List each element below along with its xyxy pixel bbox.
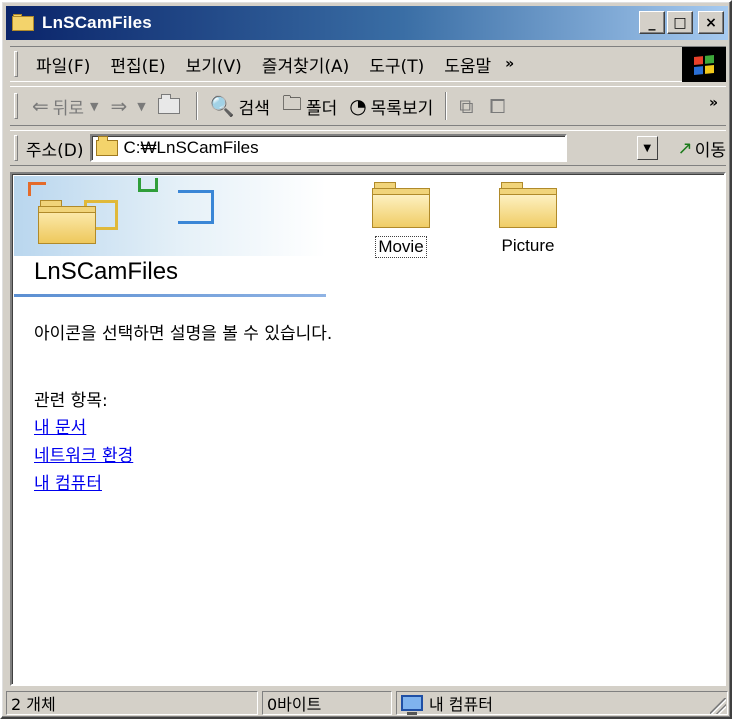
go-arrow-icon: ↗ [677,137,693,159]
up-button[interactable] [152,94,190,114]
webview-banner [14,176,326,256]
status-location-label: 내 컴퓨터 [429,695,493,714]
folder-label: Picture [501,236,555,255]
address-bar: 주소(D) C:₩LnSCamFiles ▼ ↗ 이동 [10,130,726,166]
toolbar-separator [195,92,198,120]
back-arrow-icon: ⇐ [32,94,49,118]
go-button[interactable]: ↗ 이동 [678,136,726,161]
folder-icon [499,182,557,228]
menu-bar: 파일(F) 편집(E) 보기(V) 즐겨찾기(A) 도구(T) 도움말 » [10,46,726,82]
folder-icon [12,14,36,32]
related-links: 내 문서 네트워크 환경 내 컴퓨터 [34,414,133,498]
address-value: C:₩LnSCamFiles [123,138,259,157]
history-button[interactable]: ◔ 목록보기 [343,94,439,119]
address-label: 주소(D) [25,140,84,161]
back-button[interactable]: ⇐ 뒤로 ▼ [26,94,105,119]
status-count: 2 개체 [6,691,258,715]
menu-view[interactable]: 보기(V) [176,52,252,77]
banner-decoration [138,178,158,192]
history-label: 목록보기 [370,98,434,119]
menu-chevron[interactable]: » [501,56,518,72]
folder-icon [372,182,430,228]
menu-tools[interactable]: 도구(T) [359,52,434,77]
panel-divider [14,294,326,297]
back-label: 뒤로 [52,98,85,119]
status-bar: 2 개체 0바이트 내 컴퓨터 [6,690,728,716]
minimize-button[interactable]: _ [639,11,665,34]
window-title: LnSCamFiles [42,13,152,32]
explorer-window: LnSCamFiles _ □ × 파일(F) 편집(E) 보기(V) 즐겨찾기… [0,0,732,719]
move-to-icon: ⧉ [459,94,474,118]
related-label: 관련 항목: [34,391,108,411]
link-network-places[interactable]: 네트워크 환경 [34,442,133,470]
history-icon: ◔ [349,94,367,118]
title-bar[interactable]: LnSCamFiles _ □ × [6,6,728,40]
chevron-down-icon: ▼ [643,142,652,154]
link-my-documents[interactable]: 내 문서 [34,414,133,442]
link-my-computer[interactable]: 내 컴퓨터 [34,470,133,498]
status-location: 내 컴퓨터 [396,691,728,715]
forward-arrow-icon: ⇒ [110,94,128,118]
forward-button[interactable]: ⇒ ▼ [105,94,152,118]
folder-icon [95,136,118,156]
folder-item-picture[interactable]: Picture [483,182,573,256]
menu-grip[interactable] [14,51,18,77]
menu-favorites[interactable]: 즐겨찾기(A) [252,52,359,77]
computer-icon [401,695,423,715]
search-button[interactable]: 🔍 검색 [204,94,276,119]
toolbar-grip[interactable] [14,93,18,119]
chevron-down-icon[interactable]: ▼ [137,100,145,113]
panel-title: LnSCamFiles [34,258,179,285]
up-folder-icon [157,94,180,114]
go-label: 이동 [694,140,727,161]
panel-description: 아이콘을 선택하면 설명을 볼 수 있습니다. [34,324,333,344]
move-to-button[interactable]: ⧉ [453,94,483,118]
search-label: 검색 [238,98,270,119]
copy-to-button[interactable]: ⧠ [484,94,516,118]
folders-button[interactable]: 🗀 폴더 [276,89,343,123]
folders-label: 폴더 [305,98,338,119]
close-button[interactable]: × [698,11,724,34]
toolbar-separator [445,92,448,120]
maximize-button[interactable]: □ [667,11,693,34]
windows-logo-icon [682,47,726,82]
address-input[interactable]: C:₩LnSCamFiles [89,134,567,162]
folders-icon: 🗀 [281,91,302,115]
folder-label: Movie [375,236,427,258]
address-dropdown-button[interactable]: ▼ [636,136,658,160]
folder-icon [38,200,96,244]
standard-toolbar: ⇐ 뒤로 ▼ ⇒ ▼ 🔍 검색 🗀 폴더 ◔ 목록보기 ⧉ ⧠ » [10,86,726,126]
banner-decoration [28,182,46,196]
chevron-down-icon[interactable]: ▼ [90,100,98,113]
folder-item-movie[interactable]: Movie [356,182,446,258]
folder-view[interactable]: LnSCamFiles 아이콘을 선택하면 설명을 볼 수 있습니다. 관련 항… [10,172,726,686]
status-size: 0바이트 [262,691,392,715]
menu-file[interactable]: 파일(F) [26,52,100,77]
toolbar-chevron[interactable]: » [709,95,718,111]
window-controls: _ □ × [639,11,724,34]
address-grip[interactable] [14,135,18,161]
menu-edit[interactable]: 편집(E) [100,52,175,77]
banner-decoration [178,190,214,224]
copy-to-icon: ⧠ [489,94,506,118]
search-icon: 🔍 [209,94,235,118]
resize-grip[interactable] [710,698,726,714]
menu-help[interactable]: 도움말 [434,52,501,77]
